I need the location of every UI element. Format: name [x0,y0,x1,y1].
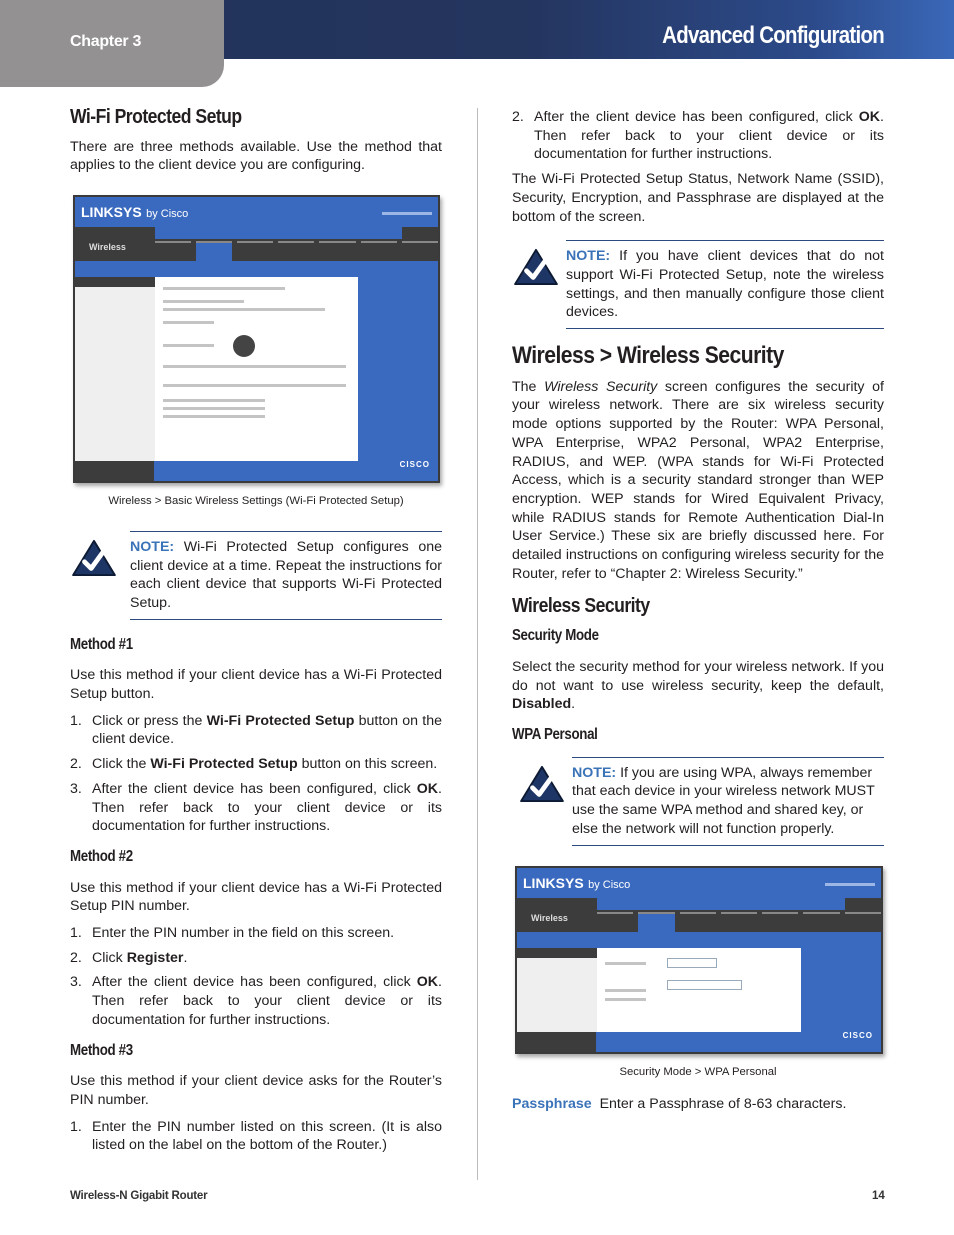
list-item: 1. Enter the PIN number listed on this sc… [70,1118,442,1154]
wireless-security-heading: Wireless > Wireless Security [512,342,784,370]
section-label: Wireless [531,912,568,923]
note-text: If you have client devices that do not s… [566,248,884,321]
screenshot-caption: Wireless > Basic Wireless Settings (Wi-F… [108,495,404,508]
wpa-personal-heading: WPA Personal [512,725,598,743]
linksys-logo: LINKSYS by Cisco [523,874,631,891]
method2-heading: Method #2 [70,847,133,865]
wireless-security-subheading: Wireless Security [512,595,650,618]
method3-steps-cont: 2. After the client device has been confi… [512,108,884,164]
passphrase-desc: Passphrase Enter a Passphrase of 8-63 ch… [512,1096,847,1113]
security-mode-select [667,957,718,968]
linksys-logo: LINKSYS by Cisco [81,204,189,221]
section-label: Wireless [89,242,126,253]
footer-product: Wireless-N Gigabit Router [70,1190,208,1202]
chapter-label: Chapter 3 [70,33,142,50]
list-item: 3. After the client device has been confi… [70,974,442,1028]
cisco-logo: CISCO [842,1030,873,1040]
list-item: 1. Click or press the Wi-Fi Protected Set… [70,712,442,748]
page-title: Advanced Configuration [662,22,885,49]
screenshot-wpa-personal: LINKSYS by Cisco Wireless CISCO [515,865,883,1054]
wps-intro: There are three methods available. Use t… [70,138,442,174]
method3-heading: Method #3 [70,1041,133,1059]
wps-heading: Wi-Fi Protected Setup [70,106,242,128]
checkmark-note-icon [72,539,116,576]
list-item: 1. Enter the PIN number in the field on t… [70,925,395,942]
cisco-logo: CISCO [399,460,430,470]
list-item: 2. Click the Wi-Fi Protected Setup button… [70,756,438,773]
note-text: Wi-Fi Protected Setup configures one cli… [130,538,442,611]
wireless-security-intro: The Wireless Security screen configures … [512,378,885,582]
method1-steps: 1. Click or press the Wi-Fi Protected Set… [70,712,442,836]
note-label: NOTE: [130,538,175,555]
method1-heading: Method #1 [70,635,133,653]
screenshot-caption: Security Mode > WPA Personal [619,1065,777,1078]
note-label: NOTE: [572,764,617,781]
list-item: 2. Click Register. [70,949,188,966]
method2-intro: Use this method if your client device ha… [70,879,442,915]
note-text: If you are using WPA, always remember th… [572,764,875,837]
method3-intro: Use this method if your client device as… [70,1073,442,1108]
passphrase-term: Passphrase [512,1096,592,1113]
note-box: NOTE: Wi-Fi Protected Setup configures o… [70,530,442,620]
passphrase-field [667,979,743,990]
column-divider [477,108,478,1180]
note-box: NOTE: If you are using WPA, always remem… [512,756,884,846]
right-column: 2. After the client device has been confi… [512,108,884,1122]
screenshot-wps: LINKSYS by Cisco Wireless CISCO [73,195,440,484]
security-mode-para: Select the security method for your wire… [512,658,884,713]
wps-button-icon [232,335,255,358]
left-column: Wi-Fi Protected Setup There are three me… [70,106,442,1161]
checkmark-note-icon [520,765,564,802]
note-label: NOTE: [566,248,611,265]
note-box: NOTE: If you have client devices that do… [512,240,884,330]
list-item: 2. After the client device has been confi… [512,109,884,163]
security-mode-heading: Security Mode [512,627,599,645]
page-number: 14 [872,1190,885,1202]
method1-intro: Use this method if your client device ha… [70,667,442,703]
status-paragraph: The Wi-Fi Protected Setup Status, Networ… [512,171,884,225]
method2-steps: 1. Enter the PIN number in the field on t… [70,924,442,1030]
list-item: 3. After the client device has been confi… [70,780,442,835]
method3-steps: 1. Enter the PIN number listed on this sc… [70,1118,442,1155]
checkmark-note-icon [514,249,558,286]
